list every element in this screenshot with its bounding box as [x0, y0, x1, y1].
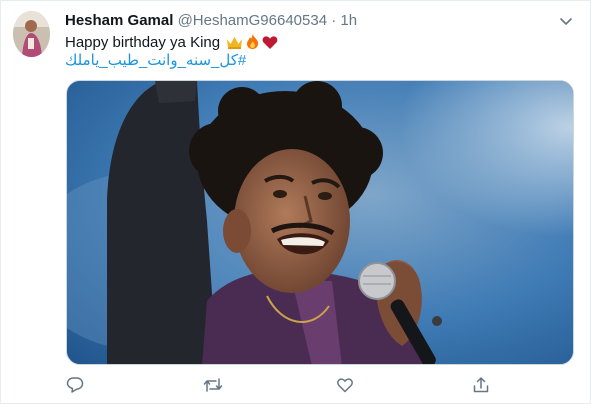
- meta-separator: ·: [331, 12, 337, 29]
- timestamp[interactable]: 1h: [340, 12, 357, 29]
- chevron-down-icon[interactable]: [558, 13, 574, 29]
- share-button[interactable]: [471, 375, 491, 395]
- like-button[interactable]: [335, 375, 355, 395]
- tweet-actions: [65, 375, 505, 395]
- heart-emoji: [262, 35, 278, 55]
- display-name[interactable]: Hesham Gamal: [65, 12, 173, 29]
- retweet-icon: [203, 378, 223, 392]
- retweet-button[interactable]: [203, 375, 223, 395]
- reply-button[interactable]: [65, 375, 85, 395]
- share-icon: [473, 377, 489, 393]
- user-handle[interactable]: @HeshamG96640534: [178, 12, 328, 29]
- avatar-photo: [13, 11, 50, 57]
- tweet-text-body: Happy birthday ya King: [65, 34, 221, 51]
- avatar[interactable]: [13, 11, 50, 57]
- fire-emoji: [245, 33, 260, 55]
- tweet-header: Hesham Gamal @HeshamG96640534 · 1h: [65, 12, 357, 30]
- concert-photo: [67, 81, 573, 364]
- reply-icon: [66, 377, 84, 393]
- heart-icon: [337, 378, 353, 393]
- tweet-image[interactable]: [66, 80, 574, 365]
- tweet-card[interactable]: Hesham Gamal @HeshamG96640534 · 1h Happy…: [0, 0, 591, 404]
- hashtag-link[interactable]: #كل_سنه_وانت_طيب_ياملك: [65, 51, 246, 71]
